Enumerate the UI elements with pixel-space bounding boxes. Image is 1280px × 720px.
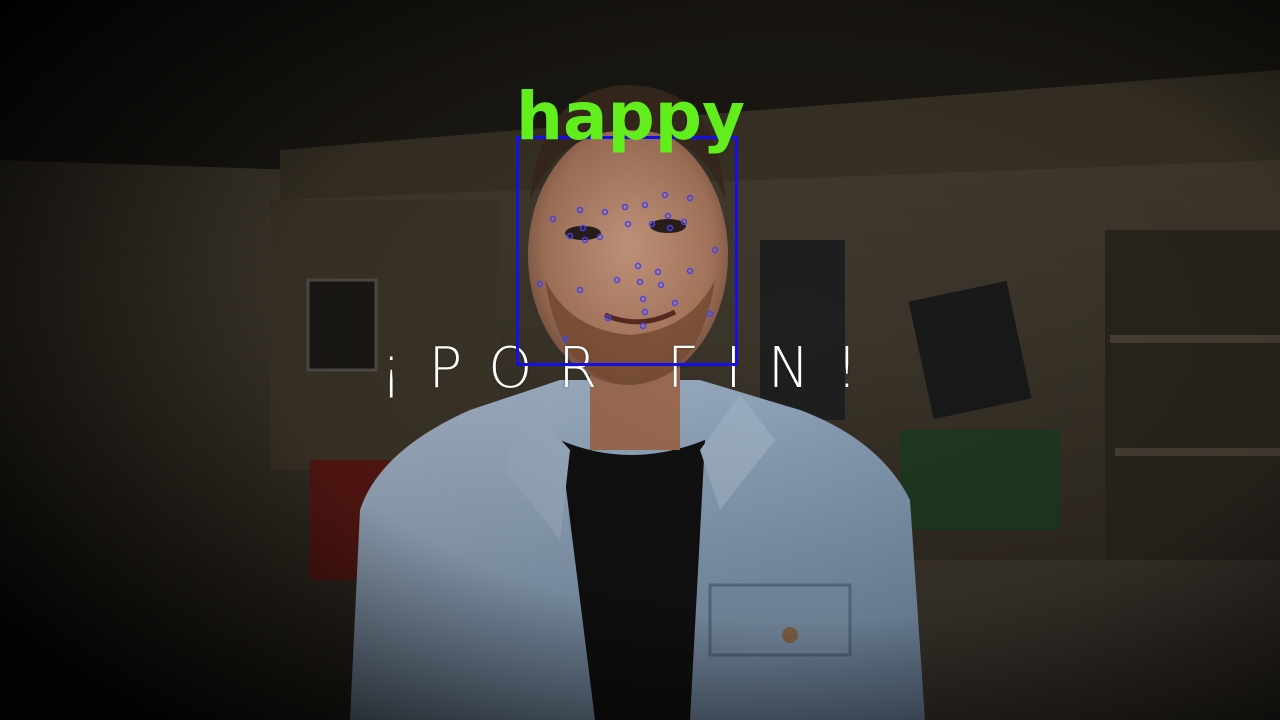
face-detection-box — [516, 136, 738, 366]
emotion-label: happy — [516, 78, 746, 155]
